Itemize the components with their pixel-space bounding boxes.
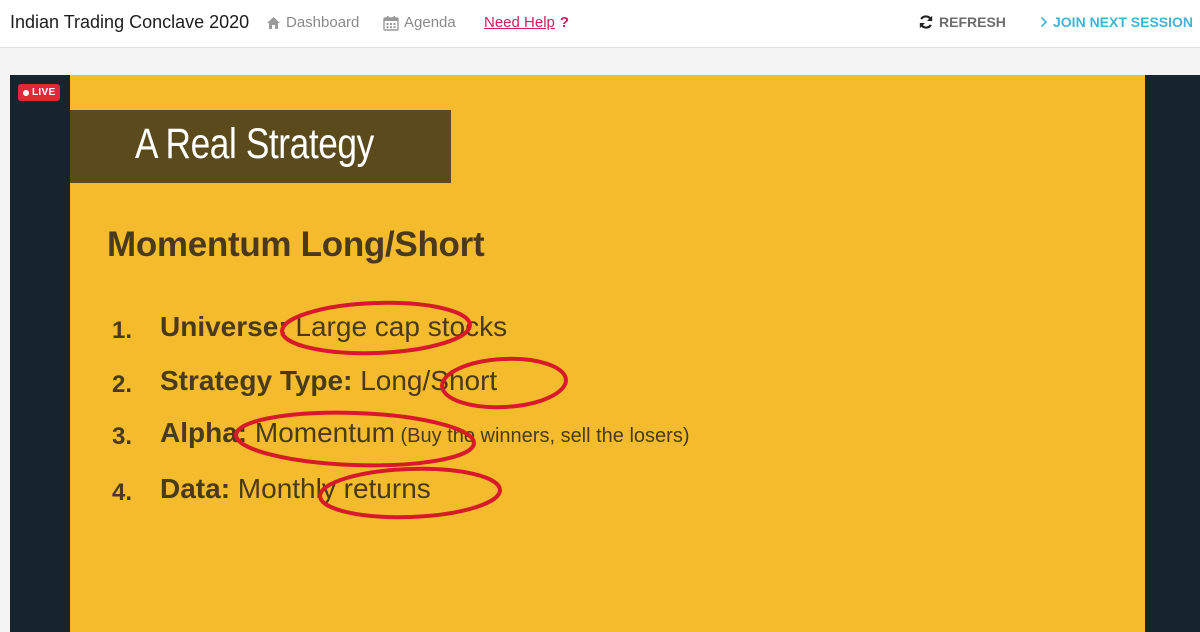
- nav-agenda-label: Agenda: [404, 14, 456, 31]
- list-item-label: Alpha:: [160, 417, 248, 448]
- home-icon: [266, 16, 281, 30]
- question-mark-icon: ?: [559, 14, 570, 31]
- list-item-label: Strategy Type:: [160, 365, 353, 396]
- nav-dashboard-label: Dashboard: [286, 14, 360, 31]
- list-item-value: Monthly returns: [230, 473, 431, 504]
- list-item-value: Momentum: [247, 417, 395, 448]
- list-item-label: Data:: [160, 473, 231, 504]
- chevron-right-icon: [1040, 16, 1048, 28]
- list-item-number: 4.: [112, 479, 133, 506]
- refresh-icon: [918, 14, 934, 30]
- list-item-number: 1.: [112, 317, 133, 344]
- list-item-label: Universe:: [160, 311, 288, 342]
- join-next-session-label: JOIN NEXT SESSION: [1053, 14, 1194, 30]
- list-item-value: Long/Short: [352, 365, 498, 396]
- list-item-number: 3.: [112, 423, 133, 450]
- app-title: Indian Trading Conclave 2020: [10, 12, 250, 32]
- presentation-slide: A Real Strategy Momentum Long/Short 1. U…: [70, 75, 1145, 632]
- list-item-value: Large cap stocks: [287, 311, 508, 342]
- nav-dashboard[interactable]: Dashboard: [266, 14, 359, 31]
- live-dot-icon: [23, 89, 29, 96]
- live-badge: LIVE: [18, 84, 61, 101]
- slide-title: A Real Strategy: [135, 120, 374, 168]
- refresh-label: REFRESH: [939, 14, 1006, 30]
- top-nav-bar: Indian Trading Conclave 2020 Dashboard A…: [0, 0, 1200, 48]
- calendar-icon: [383, 15, 399, 31]
- slide-title-band: A Real Strategy: [70, 110, 451, 183]
- need-help-label: Need Help: [484, 14, 555, 31]
- refresh-button[interactable]: REFRESH: [918, 14, 1006, 30]
- list-item-note: (Buy the winners, sell the losers): [394, 425, 690, 447]
- join-next-session-button[interactable]: JOIN NEXT SESSION: [1040, 14, 1193, 30]
- video-stage[interactable]: A Real Strategy Momentum Long/Short 1. U…: [10, 75, 1200, 632]
- need-help-link[interactable]: Need Help ?: [484, 14, 569, 31]
- live-label: LIVE: [32, 87, 56, 98]
- nav-agenda[interactable]: Agenda: [383, 14, 456, 31]
- slide-subtitle: Momentum Long/Short: [107, 225, 485, 264]
- list-item-number: 2.: [112, 371, 133, 398]
